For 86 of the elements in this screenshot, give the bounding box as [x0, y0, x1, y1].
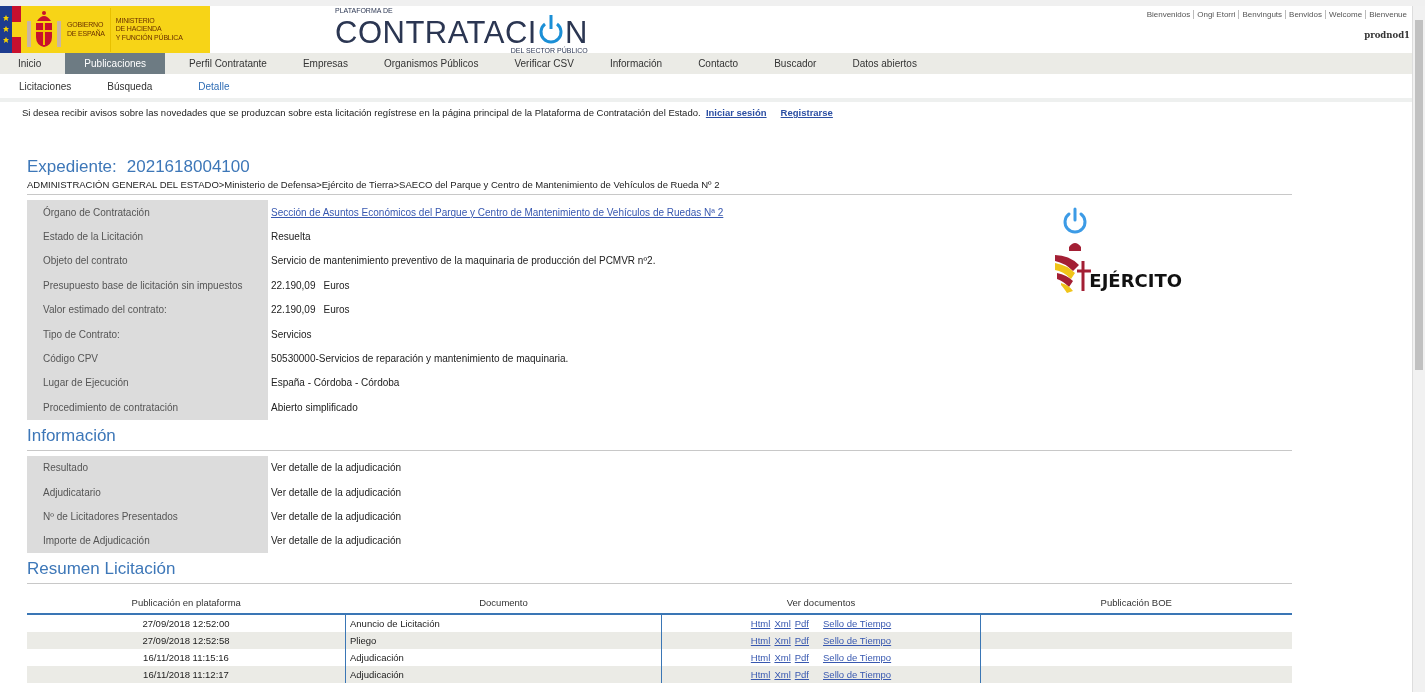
army-name: EJÉRCITO	[1089, 270, 1182, 291]
document-link[interactable]: Html	[750, 618, 771, 630]
field-label: Procedimiento de contratación	[27, 395, 268, 420]
column-header: Ver documentos	[661, 591, 981, 615]
field-label: Lugar de Ejecución	[27, 370, 268, 396]
field-label: Código CPV	[27, 346, 268, 371]
nav-tab[interactable]: Contacto	[686, 53, 751, 74]
language-link[interactable]: Benvinguts	[1238, 10, 1286, 19]
field-value: Servicio de mantenimiento preventivo de la maquinaria de producción del PCMVR nº2.	[271, 255, 656, 267]
document-link[interactable]: Sello de Tiempo	[823, 669, 892, 681]
platform-logo-title: CONTRATACI N	[335, 15, 588, 47]
field-value: 22.190,09	[271, 279, 316, 291]
nav-tab[interactable]: Inicio	[6, 53, 54, 74]
document-link[interactable]: Xml	[774, 669, 791, 681]
field-value: Resuelta	[271, 231, 311, 243]
language-link[interactable]: Bienvenidos	[1143, 10, 1194, 19]
table-cell: Pliego	[345, 632, 662, 650]
nav-tab[interactable]: Publicaciones	[65, 53, 166, 74]
notice-link[interactable]: Iniciar sesión	[705, 107, 767, 118]
subnav-tab[interactable]: Licitaciones	[19, 80, 72, 92]
field-label: Importe de Adjudicación	[27, 528, 268, 554]
scrollbar[interactable]	[1412, 6, 1425, 692]
field-value: Servicios	[271, 328, 312, 340]
nav-tab[interactable]: Empresas	[290, 53, 360, 74]
field-label: Órgano de Contratación	[27, 200, 268, 225]
field-value: Abierto simplificado	[271, 401, 358, 413]
power-icon	[537, 15, 564, 45]
language-link[interactable]: Welcome	[1325, 10, 1366, 19]
language-link[interactable]: Bienvenue	[1365, 10, 1410, 19]
section-title: Resumen Licitación	[27, 559, 177, 580]
currency-unit: Euros	[323, 304, 350, 316]
nav-tab[interactable]: Buscador	[762, 53, 829, 74]
field-label: Adjudicatario	[27, 479, 268, 505]
document-link[interactable]: Xml	[774, 618, 791, 630]
user-name: prodnod1	[1364, 30, 1410, 40]
expediente-label: Expediente:	[27, 157, 117, 176]
field-label: Valor estimado del contrato:	[27, 297, 268, 322]
nav-tab[interactable]: Organismos Públicos	[371, 53, 491, 74]
document-link[interactable]: Html	[750, 652, 771, 664]
field-label: Nº de Licitadores Presentados	[27, 504, 268, 529]
nav-tab[interactable]: Datos abiertos	[840, 53, 929, 74]
document-link[interactable]: Sello de Tiempo	[823, 635, 892, 647]
document-link[interactable]: Pdf	[794, 618, 809, 630]
currency-unit: Euros	[323, 279, 350, 291]
nav-tab[interactable]: Verificar CSV	[502, 53, 586, 74]
field-value: Ver detalle de la adjudicación	[271, 535, 402, 547]
column-header: Publicación BOE	[980, 591, 1292, 615]
expediente-number: 2021618004100	[126, 157, 250, 176]
document-link[interactable]: Sello de Tiempo	[823, 618, 892, 630]
organ-link[interactable]: Sección de Asuntos Económicos del Parque y Centro de Mantenimiento de Vehículos de Ruedas Nª 2	[271, 206, 724, 218]
column-header: Publicación en plataforma	[27, 591, 346, 615]
field-value: 22.190,09	[271, 304, 316, 316]
field-value: España - Córdoba - Córdoba	[271, 377, 400, 389]
table-cell: 16/11/2018 11:15:16	[27, 649, 346, 667]
field-label: Tipo de Contrato:	[27, 321, 268, 347]
nav-tab[interactable]: Perfil Contratante	[177, 53, 279, 74]
field-label: Presupuesto base de licitación sin impuestos	[27, 273, 268, 298]
section-title: Información	[27, 425, 117, 446]
field-label: Objeto del contrato	[27, 248, 268, 274]
table-cell: 27/09/2018 12:52:58	[27, 632, 346, 650]
field-value: 50530000-Servicios de reparación y mantenimiento de maquinaria.	[271, 353, 569, 365]
language-link[interactable]: Ongi Etorri	[1193, 10, 1239, 19]
field-value: Ver detalle de la adjudicación	[271, 462, 402, 474]
subnav-tab[interactable]: Detalle	[198, 80, 230, 92]
table-cell: 27/09/2018 12:52:00	[27, 614, 346, 633]
field-label: Resultado	[27, 455, 268, 480]
field-value: Ver detalle de la adjudicación	[271, 511, 402, 522]
document-link[interactable]: Html	[750, 635, 771, 647]
document-link[interactable]: Pdf	[794, 635, 809, 647]
table-cell: 16/11/2018 11:12:17	[27, 666, 346, 684]
column-header: Documento	[345, 591, 662, 615]
document-link[interactable]: Pdf	[794, 652, 809, 664]
field-value: Ver detalle de la adjudicación	[271, 486, 402, 498]
language-link[interactable]: Benvidos	[1285, 10, 1325, 19]
document-link[interactable]: Html	[750, 669, 771, 681]
table-cell: Adjudicación	[345, 666, 662, 684]
field-label: Estado de la Licitación	[27, 224, 268, 249]
notice-link[interactable]: Registrarse	[780, 107, 833, 118]
nav-tab[interactable]: Información	[597, 53, 675, 74]
document-link[interactable]: Sello de Tiempo	[823, 652, 892, 664]
document-link[interactable]: Xml	[774, 635, 791, 647]
breadcrumb: ADMINISTRACIÓN GENERAL DEL ESTADO>Ministerio de Defensa>Ejército de Tierra>SAECO del Parque y Centro de Mantenimiento de Vehículos de Rueda Nº 2	[27, 179, 721, 190]
subnav-tab[interactable]: Búsqueda	[107, 80, 153, 92]
document-link[interactable]: Xml	[774, 652, 791, 664]
document-link[interactable]: Pdf	[794, 669, 809, 681]
notice-text: Si desea recibir avisos sobre las novedades que se produzcan sobre esta licitación regístrese en la página principal de la Plataforma de Contratación del Estado. Iniciar sesión Registrarse	[22, 107, 834, 118]
